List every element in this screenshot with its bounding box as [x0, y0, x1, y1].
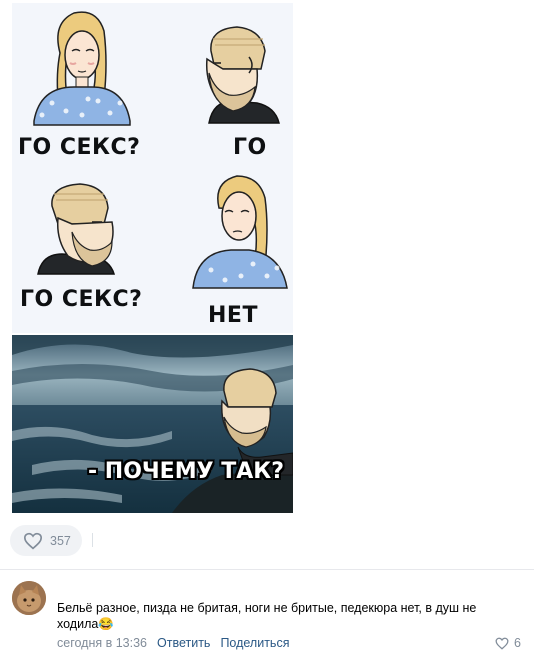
- post-like-button[interactable]: 357: [10, 525, 82, 556]
- comment-like-count: 6: [514, 636, 521, 650]
- bearded-man-illustration: [205, 26, 280, 124]
- avatar[interactable]: [12, 581, 46, 615]
- caption-4: НЕТ: [208, 303, 258, 328]
- caption-3: ГО СЕКС?: [20, 287, 143, 312]
- comment-like-button[interactable]: 6: [495, 636, 521, 650]
- comment-meta: сегодня в 13:36 Ответить Поделиться: [57, 636, 289, 650]
- panel-man-2: ГО СЕКС?: [12, 168, 152, 333]
- meme-image[interactable]: ГО СЕКС? ГО ГО СЕКС? НЕТ - ПОЧЕМУ ТАК?: [12, 3, 293, 513]
- caption-5: - ПОЧЕМУ ТАК?: [88, 459, 285, 484]
- sea-panel: - ПОЧЕМУ ТАК?: [12, 335, 293, 513]
- comment-time[interactable]: сегодня в 13:36: [57, 636, 147, 650]
- comment-text: Бельё разное, пизда не бритая, ноги не б…: [57, 601, 477, 631]
- panel-girl-2: НЕТ: [153, 168, 293, 333]
- caption-1: ГО СЕКС?: [18, 135, 141, 160]
- reply-button[interactable]: Ответить: [157, 636, 210, 650]
- share-button[interactable]: Поделиться: [220, 636, 289, 650]
- panel-girl-1: ГО СЕКС?: [12, 3, 152, 168]
- comment: Бельё разное, пизда не бритая, ноги не б…: [0, 570, 534, 659]
- caption-2: ГО: [233, 135, 267, 160]
- panel-man-1: ГО: [153, 3, 293, 168]
- action-divider: [92, 533, 93, 547]
- stormy-sea-scene: [12, 335, 293, 513]
- heart-icon: [23, 532, 43, 549]
- post-like-count: 357: [50, 533, 71, 548]
- meme-panels: ГО СЕКС? ГО ГО СЕКС? НЕТ: [12, 3, 293, 333]
- heart-icon: [495, 637, 509, 650]
- cat-avatar-icon: [12, 581, 46, 615]
